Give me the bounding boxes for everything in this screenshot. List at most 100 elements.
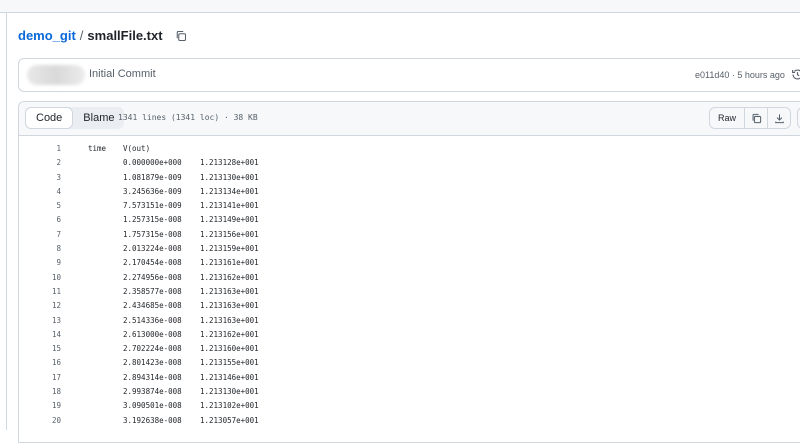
code-line: 19 3.090501e-008 1.213102e+001 (19, 399, 799, 413)
raw-button[interactable]: Raw (710, 108, 745, 128)
file-actions: Raw (709, 107, 800, 129)
left-panel-divider (6, 12, 7, 430)
latest-commit-bar: Initial Commit e011d40 · 5 hours ago (18, 58, 800, 92)
line-column-3: 1.213163e+001 (200, 315, 259, 325)
copy-raw-button[interactable] (745, 108, 768, 128)
line-column-2: 2.434685e-008 (123, 301, 182, 311)
line-column-3: 1.213130e+001 (200, 172, 259, 182)
code-line: 14 2.613000e-008 1.213162e+001 (19, 328, 799, 342)
code-line: 10 2.274956e-008 1.213162e+001 (19, 271, 799, 285)
line-column-3: 1.213057e+001 (200, 415, 259, 425)
line-column-2: 2.170454e-008 (123, 258, 182, 268)
line-column-3: 1.213162e+001 (200, 272, 259, 282)
line-column-2: 1.757315e-008 (123, 229, 182, 239)
code-line: 9 2.170454e-008 1.213161e+001 (19, 256, 799, 270)
line-column-2: 3.245636e-009 (123, 186, 182, 196)
line-column-3: 1.213161e+001 (200, 258, 259, 268)
line-number[interactable]: 3 (19, 173, 61, 182)
line-column-2: 1.081879e-009 (123, 172, 182, 182)
line-number[interactable]: 12 (19, 301, 61, 310)
code-line: 5 7.573151e-009 1.213141e+001 (19, 199, 799, 213)
line-column-3: 1.213128e+001 (200, 158, 259, 168)
code-line: 4 3.245636e-009 1.213134e+001 (19, 185, 799, 199)
code-line: 11 2.358577e-008 1.213163e+001 (19, 285, 799, 299)
line-number[interactable]: 8 (19, 244, 61, 253)
history-icon (792, 69, 800, 80)
breadcrumb-repo-link[interactable]: demo_git (18, 28, 76, 43)
copy-path-button[interactable] (175, 30, 187, 42)
line-column-3: 1.213134e+001 (200, 186, 259, 196)
code-line: 1 time V(out) (19, 142, 799, 156)
line-column-3: 1.213149e+001 (200, 215, 259, 225)
code-listing: 1 time V(out) 2 0.000000e+000 1.213128e+001 … (19, 142, 799, 428)
file-viewer: Code Blame 1341 lines (1341 loc) · 38 KB… (18, 101, 800, 443)
line-number[interactable]: 19 (19, 401, 61, 410)
copy-icon (176, 30, 186, 41)
code-line: 8 2.013224e-008 1.213159e+001 (19, 242, 799, 256)
code-line: 2 0.000000e+000 1.213128e+001 (19, 156, 799, 170)
line-column-2: 7.573151e-009 (123, 201, 182, 211)
line-column-2: 2.894314e-008 (123, 372, 182, 382)
breadcrumb-separator: / (79, 28, 84, 43)
line-column-3: 1.213159e+001 (200, 244, 259, 254)
author-avatar (27, 65, 85, 85)
code-line: 15 2.702224e-008 1.213160e+001 (19, 342, 799, 356)
line-number[interactable]: 14 (19, 330, 61, 339)
line-number[interactable]: 11 (19, 287, 61, 296)
line-number[interactable]: 4 (19, 187, 61, 196)
tab-code[interactable]: Code (25, 107, 74, 129)
line-column-2: 3.192638e-008 (123, 415, 182, 425)
line-number[interactable]: 15 (19, 344, 61, 353)
line-number[interactable]: 17 (19, 373, 61, 382)
line-column-3: 1.213156e+001 (200, 229, 259, 239)
line-column-3: 1.213146e+001 (200, 372, 259, 382)
tab-blame[interactable]: Blame (73, 107, 124, 129)
copy-raw-icon (752, 113, 761, 123)
line-number[interactable]: 6 (19, 215, 61, 224)
code-line: 3 1.081879e-009 1.213130e+001 (19, 171, 799, 185)
line-number[interactable]: 5 (19, 201, 61, 210)
raw-actions-group: Raw (709, 107, 791, 129)
line-column-2: 2.801423e-008 (123, 358, 182, 368)
line-column-3: 1.213155e+001 (200, 358, 259, 368)
line-number[interactable]: 1 (19, 144, 61, 153)
line-column-2: 0.000000e+000 (123, 158, 182, 168)
code-line: 13 2.514336e-008 1.213163e+001 (19, 314, 799, 328)
line-column-2: 2.274956e-008 (123, 272, 182, 282)
line-number[interactable]: 18 (19, 387, 61, 396)
code-line: 6 1.257315e-008 1.213149e+001 (19, 213, 799, 227)
line-column-2: 1.257315e-008 (123, 215, 182, 225)
download-button[interactable] (768, 108, 790, 128)
commit-message-link[interactable]: Initial Commit (89, 68, 156, 80)
file-info: 1341 lines (1341 loc) · 38 KB (118, 113, 258, 122)
commit-sha-time[interactable]: e011d40 · 5 hours ago (695, 70, 785, 80)
line-column-1: time (88, 144, 107, 153)
line-column-2: 2.514336e-008 (123, 315, 182, 325)
code-line: 17 2.894314e-008 1.213146e+001 (19, 371, 799, 385)
download-icon (774, 113, 784, 123)
line-column-3: 1.213162e+001 (200, 329, 259, 339)
code-line: 20 3.192638e-008 1.213057e+001 (19, 414, 799, 428)
line-column-3: 1.213141e+001 (200, 201, 259, 211)
line-column-3: 1.213130e+001 (200, 387, 259, 397)
breadcrumb-file-name: smallFile.txt (87, 28, 163, 43)
line-number[interactable]: 16 (19, 358, 61, 367)
line-number[interactable]: 10 (19, 273, 61, 282)
line-column-2: 2.358577e-008 (123, 286, 182, 296)
line-column-2: 2.993874e-008 (123, 387, 182, 397)
line-column-2: 2.013224e-008 (123, 244, 182, 254)
line-number[interactable]: 2 (19, 158, 61, 167)
code-line: 7 1.757315e-008 1.213156e+001 (19, 228, 799, 242)
line-column-2: 2.702224e-008 (123, 344, 182, 354)
line-column-3: 1.213163e+001 (200, 301, 259, 311)
breadcrumb: demo_git / smallFile.txt (18, 28, 187, 43)
code-line: 16 2.801423e-008 1.213155e+001 (19, 356, 799, 370)
line-column-2: V(out) (123, 144, 151, 153)
line-number[interactable]: 20 (19, 416, 61, 425)
line-column-3: 1.213102e+001 (200, 401, 259, 411)
history-button[interactable] (791, 68, 800, 84)
line-number[interactable]: 7 (19, 230, 61, 239)
browser-top-strip (0, 0, 800, 13)
line-number[interactable]: 13 (19, 316, 61, 325)
line-number[interactable]: 9 (19, 258, 61, 267)
